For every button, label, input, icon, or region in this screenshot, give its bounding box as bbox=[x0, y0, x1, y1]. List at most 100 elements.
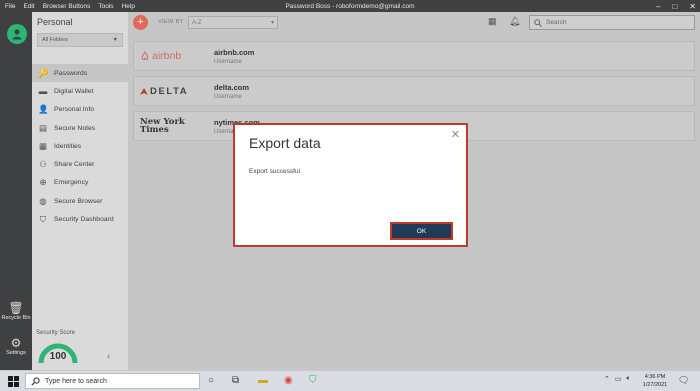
task-view-icon[interactable]: ⧉ bbox=[232, 374, 239, 388]
list-item[interactable]: airbnb airbnb.com Username bbox=[133, 41, 695, 71]
chevron-up-icon[interactable]: ⌃ bbox=[604, 375, 610, 383]
clock-time: 4:36 PM bbox=[644, 374, 666, 380]
sidebar: Personal All Folders ▼ 🔑 Passwords ▬ Digita… bbox=[32, 12, 128, 370]
folder-dropdown-value: All Folders bbox=[42, 37, 68, 43]
chevron-down-icon: ▾ bbox=[270, 20, 274, 26]
network-icon[interactable]: ▭ bbox=[615, 375, 622, 383]
close-window-button[interactable]: ✕ bbox=[689, 2, 696, 11]
airbnb-logo: airbnb bbox=[134, 50, 214, 62]
bell-icon[interactable]: 🔔︎ bbox=[509, 16, 520, 27]
minimize-button[interactable]: – bbox=[656, 2, 660, 11]
chevron-down-icon: ▼ bbox=[112, 37, 118, 43]
add-item-button[interactable]: + bbox=[133, 15, 148, 30]
grid-view-icon[interactable]: ▦ bbox=[488, 16, 497, 27]
sidebar-item-label: Personal Info bbox=[54, 106, 95, 114]
delta-logo: DELTA bbox=[134, 86, 214, 97]
password-boss-taskbar-icon[interactable]: ⛉ bbox=[309, 374, 317, 388]
window-controls: – □ ✕ bbox=[656, 0, 696, 12]
system-tray: ⌃ ▭ 🔈︎ bbox=[604, 375, 631, 383]
sidebar-item-personal-info[interactable]: 👤 Personal Info bbox=[32, 101, 128, 119]
sidebar-item-digital-wallet[interactable]: ▬ Digital Wallet bbox=[32, 82, 128, 100]
taskbar: Type here to search ○ ⧉ ▬ ◉ ⛉ ⌃ ▭ 🔈︎ 4:3… bbox=[0, 370, 700, 391]
export-dialog: Export data ✕ Export successful OK bbox=[233, 123, 468, 247]
sidebar-item-emergency[interactable]: ⊕ Emergency bbox=[32, 174, 128, 192]
delta-widget-icon bbox=[140, 87, 148, 95]
sidebar-title: Personal bbox=[37, 17, 73, 27]
gear-icon: ⚙ bbox=[10, 336, 22, 350]
settings-button[interactable]: ⚙ Settings bbox=[0, 336, 32, 356]
collapse-sidebar-icon[interactable]: ‹ bbox=[107, 351, 110, 362]
sidebar-item-identities[interactable]: ▦ Identities bbox=[32, 137, 128, 155]
site-name: airbnb.com bbox=[214, 47, 255, 57]
cortana-icon[interactable]: ○ bbox=[208, 374, 214, 388]
sidebar-item-label: Digital Wallet bbox=[54, 87, 94, 95]
sidebar-item-secure-browser[interactable]: ◍ Secure Browser bbox=[32, 192, 128, 210]
nytimes-logo: New York Times bbox=[134, 117, 214, 135]
security-score-label: Security Score bbox=[36, 330, 76, 336]
settings-label: Settings bbox=[6, 350, 26, 356]
chrome-icon[interactable]: ◉ bbox=[284, 374, 293, 388]
wallet-icon: ▬ bbox=[38, 86, 48, 97]
shield-icon: ⛉ bbox=[39, 214, 47, 225]
sidebar-item-label: Passwords bbox=[54, 69, 88, 77]
person-icon: 👤 bbox=[38, 104, 49, 115]
menu-tools[interactable]: Tools bbox=[98, 3, 113, 10]
view-by-label: VIEW BY bbox=[158, 19, 184, 25]
note-icon: ▤ bbox=[38, 122, 48, 133]
key-icon: 🔑 bbox=[38, 67, 49, 78]
menu-help[interactable]: Help bbox=[122, 3, 135, 10]
sidebar-item-label: Secure Notes bbox=[54, 124, 96, 132]
search-placeholder: Search bbox=[546, 19, 567, 26]
close-icon[interactable]: ✕ bbox=[451, 128, 460, 141]
ok-button[interactable]: OK bbox=[390, 222, 453, 240]
clock-date: 1/27/2021 bbox=[642, 382, 668, 388]
sidebar-item-secure-notes[interactable]: ▤ Secure Notes bbox=[32, 119, 128, 137]
dialog-title: Export data bbox=[249, 135, 321, 151]
file-explorer-icon[interactable]: ▬ bbox=[258, 374, 268, 388]
dialog-message: Export successful bbox=[249, 168, 300, 175]
sidebar-item-share-center[interactable]: ⚇ Share Center bbox=[32, 155, 128, 173]
clock[interactable]: 4:36 PM 1/27/2021 bbox=[640, 373, 670, 389]
folder-dropdown[interactable]: All Folders ▼ bbox=[37, 33, 123, 47]
id-card-icon: ▦ bbox=[38, 140, 48, 151]
title-bar: File Edit Browser Buttons Tools Help Pas… bbox=[0, 0, 700, 12]
avatar[interactable] bbox=[7, 24, 27, 44]
sidebar-item-label: Emergency bbox=[54, 179, 89, 187]
volume-icon[interactable]: 🔈︎ bbox=[627, 375, 631, 383]
menu-edit[interactable]: Edit bbox=[23, 3, 34, 10]
maximize-button[interactable]: □ bbox=[672, 2, 677, 11]
search-box[interactable]: Search bbox=[529, 15, 695, 30]
sidebar-item-security-dashboard[interactable]: ⛉ Security Dashboard bbox=[32, 210, 128, 228]
menu-browser-buttons[interactable]: Browser Buttons bbox=[43, 3, 91, 10]
sidebar-item-label: Security Dashboard bbox=[54, 216, 114, 224]
delta-logo-text: DELTA bbox=[150, 85, 189, 97]
menu-file[interactable]: File bbox=[5, 3, 15, 10]
trash-icon: 🗑 bbox=[8, 301, 24, 315]
sort-dropdown-value: A-Z bbox=[192, 19, 202, 26]
toolbar: + VIEW BY A-Z ▾ ▦ 🔔︎ Search bbox=[128, 12, 700, 34]
site-username: Username bbox=[214, 58, 242, 65]
sidebar-item-passwords[interactable]: 🔑 Passwords bbox=[32, 64, 128, 83]
globe-icon: ◍ bbox=[39, 195, 47, 206]
menu-bar: File Edit Browser Buttons Tools Help bbox=[0, 3, 135, 10]
share-icon: ⚇ bbox=[39, 159, 47, 170]
taskbar-search[interactable]: Type here to search bbox=[25, 373, 200, 389]
list-item[interactable]: DELTA delta.com Username bbox=[133, 76, 695, 106]
airbnb-logo-text: airbnb bbox=[152, 50, 182, 62]
nytimes-logo-line2: Times bbox=[140, 125, 169, 135]
user-icon bbox=[12, 29, 22, 40]
sidebar-item-label: Identities bbox=[54, 142, 82, 150]
lifebuoy-icon: ⊕ bbox=[39, 177, 47, 188]
recycle-bin-label: Recycle Bin bbox=[1, 315, 31, 321]
windows-start-icon[interactable] bbox=[8, 376, 19, 387]
notification-icon[interactable]: 🗨︎ bbox=[678, 375, 689, 386]
sort-dropdown[interactable]: A-Z ▾ bbox=[188, 16, 278, 29]
recycle-bin-button[interactable]: 🗑 Recycle Bin bbox=[0, 301, 32, 321]
sidebar-nav: 🔑 Passwords ▬ Digital Wallet 👤 Personal Info ▤… bbox=[32, 64, 128, 229]
site-username: Username bbox=[214, 93, 242, 100]
sidebar-item-label: Share Center bbox=[54, 161, 95, 169]
taskbar-search-placeholder: Type here to search bbox=[45, 377, 107, 385]
airbnb-belo-icon bbox=[141, 51, 149, 61]
search-icon bbox=[534, 18, 542, 27]
search-icon bbox=[31, 376, 40, 386]
